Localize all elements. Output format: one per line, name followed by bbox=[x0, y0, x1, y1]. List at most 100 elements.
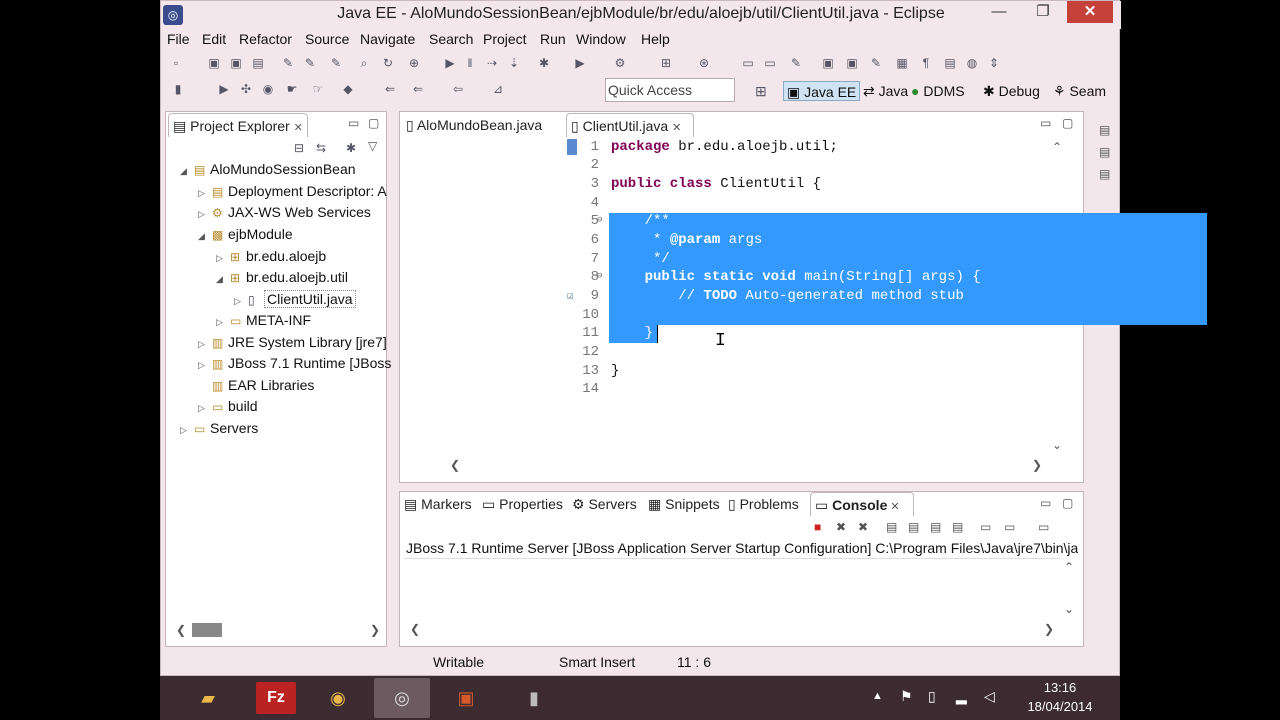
tool-icon[interactable]: ◆ bbox=[341, 82, 355, 96]
tab-servers[interactable]: ⚙ Servers bbox=[572, 492, 637, 516]
remove-all-icon[interactable]: ✖ bbox=[858, 520, 868, 534]
menu-help[interactable]: Help bbox=[641, 31, 670, 47]
network-icon[interactable]: ▯ bbox=[928, 688, 936, 705]
view-menu-icon[interactable]: ✱ bbox=[346, 141, 356, 155]
volume-icon[interactable]: ◁ bbox=[984, 688, 995, 705]
new-icon[interactable]: ▫ bbox=[169, 56, 183, 70]
scroll-right-icon[interactable]: ❯ bbox=[1032, 458, 1042, 472]
tab-properties[interactable]: ▭ Properties bbox=[482, 492, 563, 516]
step-icon[interactable]: ⇢ bbox=[485, 56, 499, 70]
close-tab-icon[interactable]: ✕ bbox=[887, 501, 899, 513]
forward-icon[interactable]: ⇐ bbox=[411, 82, 425, 96]
search-icon[interactable]: ⌕ bbox=[357, 56, 371, 70]
tool-icon[interactable]: ✎ bbox=[303, 56, 317, 70]
terminate-icon[interactable]: ■ bbox=[814, 520, 821, 534]
open-type-icon[interactable]: ▭ bbox=[741, 56, 755, 70]
back-icon[interactable]: ⇐ bbox=[383, 82, 397, 96]
tab-console[interactable]: ▭ Console ✕ bbox=[810, 492, 914, 516]
maximize-button[interactable]: ❐ bbox=[1025, 1, 1061, 23]
collapsed-arrow-icon[interactable]: ▷ bbox=[216, 317, 230, 328]
horizontal-scrollbar[interactable]: ❮ ❯ bbox=[166, 620, 386, 640]
chrome-icon[interactable]: ◉ bbox=[310, 678, 366, 718]
tool-icon[interactable]: ☛ bbox=[285, 82, 299, 96]
media-app-icon[interactable]: ◎ bbox=[374, 678, 430, 718]
collapsed-arrow-icon[interactable]: ▷ bbox=[198, 188, 212, 199]
tool-icon[interactable]: ▦ bbox=[895, 56, 909, 70]
task-list-icon[interactable]: ▤ bbox=[1099, 167, 1110, 181]
scroll-right-icon[interactable]: ❯ bbox=[370, 623, 380, 637]
menu-window[interactable]: Window bbox=[576, 31, 626, 47]
close-tab-icon[interactable]: ✕ bbox=[294, 122, 303, 134]
external-tools-icon[interactable]: ⚙ bbox=[613, 56, 627, 70]
tree-item[interactable]: ▷ ⚙ JAX-WS Web Services bbox=[198, 204, 371, 220]
show-hidden-icons[interactable]: ▲ bbox=[872, 690, 883, 702]
scroll-lock-icon[interactable]: ▤ bbox=[908, 520, 919, 534]
collapsed-arrow-icon[interactable]: ▷ bbox=[216, 253, 230, 264]
quick-access-input[interactable]: Quick Access bbox=[605, 78, 735, 102]
show-console-icon[interactable]: ▤ bbox=[952, 520, 963, 534]
tool-icon[interactable]: ▣ bbox=[821, 56, 835, 70]
stop-icon[interactable]: ◉ bbox=[261, 82, 275, 96]
tree-item[interactable]: ◢ ▩ ejbModule bbox=[198, 226, 293, 242]
tree-item[interactable]: ▷ ▯ ClientUtil.java bbox=[234, 290, 356, 308]
save-icon[interactable]: ▣ bbox=[207, 56, 221, 70]
restore-icon[interactable]: ▤ bbox=[1099, 123, 1110, 137]
powerpoint-icon[interactable]: ▣ bbox=[438, 678, 494, 718]
tree-item[interactable]: ▥ EAR Libraries bbox=[198, 377, 314, 393]
menu-project[interactable]: Project bbox=[483, 31, 527, 47]
menu-refactor[interactable]: Refactor bbox=[239, 31, 292, 47]
menu-source[interactable]: Source bbox=[305, 31, 349, 47]
collapsed-arrow-icon[interactable]: ▷ bbox=[198, 209, 212, 220]
run-icon[interactable]: ▶ bbox=[217, 82, 231, 96]
pin-icon[interactable]: ✎ bbox=[869, 56, 883, 70]
pin-console-icon[interactable]: ▭ bbox=[980, 520, 991, 534]
clock-date[interactable]: 18/04/2014 bbox=[1020, 699, 1100, 714]
tree-item[interactable]: ▷ ▭ Servers bbox=[180, 420, 258, 436]
tool-icon[interactable]: ▤ bbox=[943, 56, 957, 70]
tree-item[interactable]: ▷ ▥ JBoss 7.1 Runtime [JBoss bbox=[198, 355, 391, 371]
tab-markers[interactable]: ▤ Markers bbox=[404, 492, 472, 516]
perspective-javaee[interactable]: ▣ Java EE bbox=[783, 81, 861, 101]
open-perspective-icon[interactable]: ⊞ bbox=[755, 83, 767, 100]
perspective-java[interactable]: ⇄ Java bbox=[863, 81, 908, 101]
scroll-left-icon[interactable]: ❮ bbox=[410, 622, 420, 636]
tool-icon[interactable]: ✎ bbox=[329, 56, 343, 70]
step-icon[interactable]: ▶ bbox=[443, 56, 457, 70]
clock-time[interactable]: 13:16 bbox=[1020, 680, 1100, 695]
scroll-left-icon[interactable]: ❮ bbox=[176, 623, 186, 637]
word-wrap-icon[interactable]: ▤ bbox=[930, 520, 941, 534]
chevron-down-icon[interactable]: ▽ bbox=[368, 139, 377, 153]
tree-item[interactable]: ▷ ▭ META-INF bbox=[216, 312, 311, 328]
open-console-icon[interactable]: ▭ bbox=[1038, 520, 1049, 534]
open-folder-icon[interactable]: ▭ bbox=[763, 56, 777, 70]
print-icon[interactable]: ▤ bbox=[251, 56, 265, 70]
scroll-thumb[interactable] bbox=[192, 623, 222, 637]
run-icon[interactable]: ▶ bbox=[573, 56, 587, 70]
collapsed-arrow-icon[interactable]: ▷ bbox=[198, 360, 212, 371]
tool-icon[interactable]: ⊿ bbox=[491, 82, 505, 96]
step-icon[interactable]: ⇣ bbox=[507, 56, 521, 70]
tool-icon[interactable]: ✣ bbox=[239, 82, 253, 96]
tool-icon[interactable]: ✎ bbox=[789, 56, 803, 70]
perspective-debug[interactable]: ✱ Debug bbox=[983, 81, 1040, 101]
menu-search[interactable]: Search bbox=[429, 31, 473, 47]
close-tab-icon[interactable]: ✕ bbox=[672, 122, 681, 134]
expanded-arrow-icon[interactable]: ◢ bbox=[198, 231, 212, 242]
link-editor-icon[interactable]: ⇆ bbox=[316, 141, 326, 155]
expanded-arrow-icon[interactable]: ◢ bbox=[180, 166, 194, 177]
paragraph-icon[interactable]: ¶ bbox=[919, 56, 933, 70]
tool-icon[interactable]: ☞ bbox=[311, 82, 325, 96]
outline-icon[interactable]: ▤ bbox=[1099, 145, 1110, 159]
minimize-button[interactable]: — bbox=[981, 1, 1017, 23]
close-button[interactable]: ✕ bbox=[1067, 1, 1113, 23]
scroll-right-icon[interactable]: ❯ bbox=[1044, 622, 1054, 636]
menu-edit[interactable]: Edit bbox=[202, 31, 226, 47]
new-class-icon[interactable]: ⊛ bbox=[697, 56, 711, 70]
menu-file[interactable]: File bbox=[167, 31, 190, 47]
collapsed-arrow-icon[interactable]: ▷ bbox=[234, 296, 248, 307]
step-icon[interactable]: ‖ bbox=[463, 56, 477, 70]
tool-icon[interactable]: ▮ bbox=[171, 82, 185, 96]
tool-icon[interactable]: ▣ bbox=[845, 56, 859, 70]
tool-icon[interactable]: ⊕ bbox=[407, 56, 421, 70]
maximize-icon[interactable]: ▢ bbox=[1062, 116, 1073, 130]
